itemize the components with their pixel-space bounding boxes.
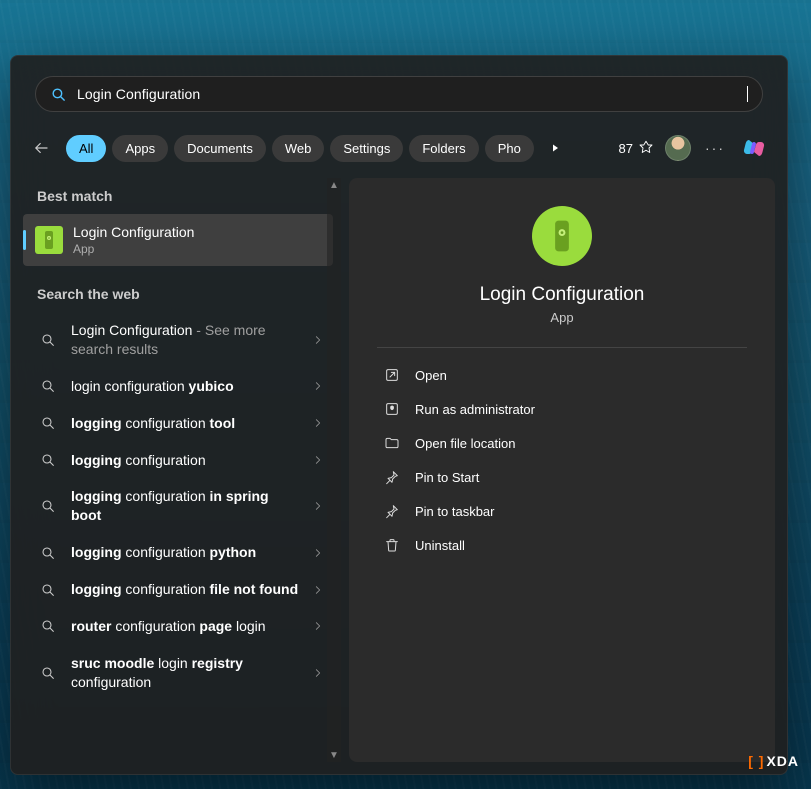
search-icon [39, 664, 57, 682]
text-cursor [747, 86, 748, 102]
scroll-down-icon[interactable]: ▼ [327, 748, 341, 762]
filters-row: All Apps Documents Web Settings Folders … [11, 124, 787, 178]
action-run-as-administrator[interactable]: Run as administrator [377, 392, 747, 426]
search-icon [39, 451, 57, 469]
search-web-header: Search the web [23, 276, 335, 312]
results-column: Best match Login Configuration App Searc… [23, 178, 339, 762]
header-right-tools: 87 ··· [619, 133, 775, 163]
bracket-icon: [ ] [748, 753, 764, 769]
search-icon [39, 497, 57, 515]
watermark-text: XDA [766, 753, 799, 769]
action-label: Pin to Start [415, 470, 479, 485]
scroll-up-icon[interactable]: ▲ [327, 178, 341, 192]
action-label: Run as administrator [415, 402, 535, 417]
action-open[interactable]: Open [377, 358, 747, 392]
filter-chip-photos[interactable]: Pho [485, 135, 534, 162]
filter-chip-all[interactable]: All [66, 135, 106, 162]
action-label: Open [415, 368, 447, 383]
folder-icon [383, 434, 401, 452]
chevron-right-icon [313, 668, 323, 678]
search-icon [50, 86, 67, 103]
more-options-button[interactable]: ··· [701, 136, 729, 160]
web-result-text: logging configuration [71, 451, 299, 470]
filter-chips: All Apps Documents Web Settings Folders … [66, 135, 534, 162]
filter-chip-folders[interactable]: Folders [409, 135, 478, 162]
copilot-button[interactable] [739, 133, 769, 163]
chevron-right-icon [313, 548, 323, 558]
best-match-subtitle: App [73, 242, 194, 256]
filter-chip-settings[interactable]: Settings [330, 135, 403, 162]
rewards-icon [637, 139, 655, 157]
back-button[interactable] [23, 130, 59, 166]
content-area: Best match Login Configuration App Searc… [11, 178, 787, 774]
web-result-item[interactable]: router configuration page login [23, 608, 335, 645]
detail-actions: Open Run as administrator Open file locati… [349, 358, 775, 562]
web-result-item[interactable]: logging configuration python [23, 534, 335, 571]
trash-icon [383, 536, 401, 554]
best-match-title: Login Configuration [73, 224, 194, 240]
web-result-item[interactable]: Login Configuration - See more search re… [23, 312, 335, 368]
chevron-right-icon [313, 381, 323, 391]
best-match-header: Best match [23, 178, 335, 214]
web-result-item[interactable]: logging configuration tool [23, 405, 335, 442]
web-result-text: login configuration yubico [71, 377, 299, 396]
web-result-text: logging configuration file not found [71, 580, 299, 599]
chevron-right-icon [313, 501, 323, 511]
xda-watermark: [ ] XDA [748, 753, 799, 769]
detail-app-icon [532, 206, 592, 266]
filter-chip-documents[interactable]: Documents [174, 135, 266, 162]
action-open-file-location[interactable]: Open file location [377, 426, 747, 460]
search-icon [39, 377, 57, 395]
web-result-item[interactable]: sruc moodle login registry configuration [23, 645, 335, 701]
detail-panel: Login Configuration App Open Run as admin… [349, 178, 775, 762]
web-result-text: router configuration page login [71, 617, 299, 636]
chevron-right-icon [313, 335, 323, 345]
web-result-text: logging configuration python [71, 543, 299, 562]
detail-title: Login Configuration [480, 284, 645, 306]
best-match-text: Login Configuration App [73, 224, 194, 256]
results-scrollbar[interactable]: ▲ ▼ [327, 178, 341, 762]
action-pin-to-start[interactable]: Pin to Start [377, 460, 747, 494]
action-uninstall[interactable]: Uninstall [377, 528, 747, 562]
action-label: Open file location [415, 436, 515, 451]
filter-chip-apps[interactable]: Apps [112, 135, 168, 162]
app-icon [35, 226, 63, 254]
points-value: 87 [619, 141, 633, 156]
filter-chip-web[interactable]: Web [272, 135, 325, 162]
search-bar[interactable] [35, 76, 763, 112]
chevron-right-icon [313, 621, 323, 631]
action-pin-to-taskbar[interactable]: Pin to taskbar [377, 494, 747, 528]
search-icon [39, 544, 57, 562]
chevron-right-icon [313, 455, 323, 465]
chevron-right-icon [313, 585, 323, 595]
open-icon [383, 366, 401, 384]
search-input[interactable] [77, 86, 747, 102]
pin-taskbar-icon [383, 502, 401, 520]
rewards-points[interactable]: 87 [619, 139, 655, 157]
web-result-text: logging configuration tool [71, 414, 299, 433]
divider [377, 347, 747, 348]
web-result-text: sruc moodle login registry configuration [71, 654, 299, 692]
pin-start-icon [383, 468, 401, 486]
detail-type: App [550, 310, 573, 325]
web-result-text: Login Configuration - See more search re… [71, 321, 299, 359]
best-match-item[interactable]: Login Configuration App [23, 214, 333, 266]
web-result-item[interactable]: logging configuration [23, 442, 335, 479]
web-result-text: logging configuration in spring boot [71, 487, 299, 525]
search-icon [39, 331, 57, 349]
web-result-item[interactable]: login configuration yubico [23, 368, 335, 405]
action-label: Pin to taskbar [415, 504, 495, 519]
action-label: Uninstall [415, 538, 465, 553]
windows-search-panel: All Apps Documents Web Settings Folders … [10, 55, 788, 775]
web-result-item[interactable]: logging configuration in spring boot [23, 478, 335, 534]
admin-icon [383, 400, 401, 418]
search-icon [39, 617, 57, 635]
web-result-item[interactable]: logging configuration file not found [23, 571, 335, 608]
scroll-filters-right[interactable] [541, 134, 569, 162]
search-icon [39, 581, 57, 599]
user-avatar[interactable] [665, 135, 691, 161]
chevron-right-icon [313, 418, 323, 428]
search-icon [39, 414, 57, 432]
